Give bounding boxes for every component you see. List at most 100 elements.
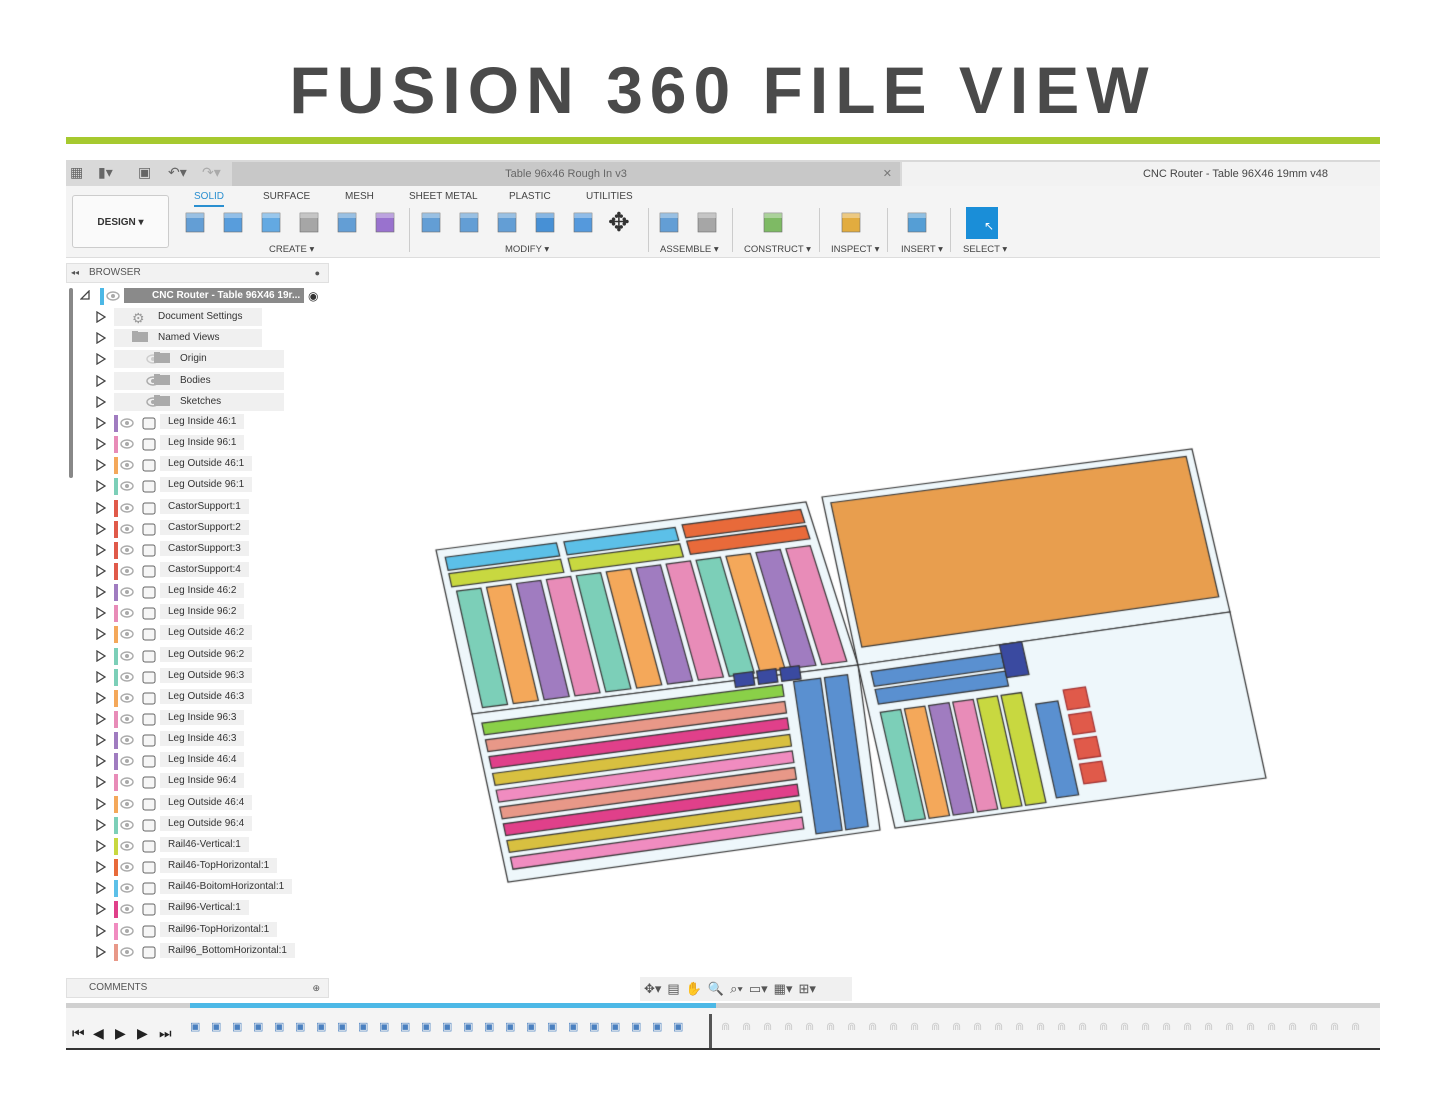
component-item[interactable]: Leg Outside 96:3	[96, 667, 326, 687]
look-at-icon[interactable]: ▤	[667, 981, 679, 997]
eye-icon[interactable]	[120, 883, 134, 896]
timeline-joint-icon[interactable]: ⋒	[1267, 1020, 1276, 1033]
timeline-feature-icon[interactable]: ▣	[358, 1020, 368, 1033]
step-forward-icon[interactable]: ▶	[137, 1025, 148, 1042]
shell-icon[interactable]	[494, 208, 522, 236]
timeline-feature-icon[interactable]: ▣	[337, 1020, 347, 1033]
timeline-joint-icon[interactable]: ⋒	[1183, 1020, 1192, 1033]
insert-image-icon[interactable]	[904, 208, 932, 236]
timeline-joint-icon[interactable]: ⋒	[1288, 1020, 1297, 1033]
timeline-joint-icon[interactable]: ⋒	[994, 1020, 1003, 1033]
component-item[interactable]: Leg Outside 46:2	[96, 625, 326, 644]
move-icon[interactable]: ✥	[608, 208, 636, 236]
group-construct[interactable]: CONSTRUCT ▾	[744, 244, 811, 255]
eye-icon[interactable]	[120, 735, 134, 748]
component-item[interactable]: Leg Inside 96:1	[96, 435, 326, 454]
workspace-switcher[interactable]: DESIGN ▾	[72, 195, 169, 248]
expand-triangle-icon[interactable]	[96, 755, 107, 768]
timeline-joint-icon[interactable]: ⋒	[1225, 1020, 1234, 1033]
component-item[interactable]: CastorSupport:4	[96, 561, 326, 581]
activate-radio-icon[interactable]: ◉	[308, 289, 318, 303]
eye-icon[interactable]	[120, 841, 134, 854]
extrude-icon[interactable]	[220, 208, 248, 236]
eye-icon[interactable]	[120, 862, 134, 875]
timeline-joint-icon[interactable]: ⋒	[1120, 1020, 1129, 1033]
expand-triangle-icon[interactable]	[96, 776, 107, 789]
eye-icon[interactable]	[120, 523, 134, 537]
group-create[interactable]: CREATE ▾	[269, 244, 314, 255]
group-select[interactable]: SELECT ▾	[963, 244, 1007, 255]
timeline-feature-icon[interactable]: ▣	[673, 1020, 683, 1033]
timeline-joint-icon[interactable]: ⋒	[1162, 1020, 1171, 1033]
eye-icon[interactable]	[120, 671, 134, 685]
eye-icon[interactable]	[120, 545, 134, 558]
grid-icon[interactable]: ▦▾	[774, 981, 793, 997]
group-inspect[interactable]: INSPECT ▾	[831, 244, 879, 255]
expand-triangle-icon[interactable]	[96, 437, 107, 451]
component-item[interactable]: CastorSupport:2	[96, 519, 326, 539]
component-item[interactable]: Rail96_BottomHorizontal:1	[96, 942, 326, 962]
timeline-joint-icon[interactable]: ⋒	[973, 1020, 982, 1033]
timeline-joint-icon[interactable]: ⋒	[805, 1020, 814, 1033]
eye-icon[interactable]	[120, 587, 134, 600]
expand-triangle-icon[interactable]	[96, 797, 107, 810]
timeline-feature-icon[interactable]: ▣	[505, 1020, 515, 1033]
zoom-icon[interactable]: 🔍	[708, 981, 724, 997]
expand-triangle-icon[interactable]	[96, 860, 107, 874]
expand-triangle-icon[interactable]	[96, 522, 107, 535]
timeline-feature-icon[interactable]: ▣	[211, 1020, 221, 1033]
component-item[interactable]: Rail46-TopHorizontal:1	[96, 858, 326, 877]
form-icon[interactable]	[372, 208, 400, 236]
tab-solid[interactable]: SOLID	[194, 191, 225, 207]
expand-triangle-icon[interactable]	[96, 310, 107, 324]
tree-item[interactable]: ⚙ Document Settings	[96, 308, 316, 327]
timeline-feature-icon[interactable]: ▣	[652, 1020, 662, 1033]
component-item[interactable]: Leg Inside 96:2	[96, 604, 326, 623]
expand-triangle-icon[interactable]	[96, 416, 107, 430]
fillet-icon[interactable]	[456, 208, 484, 236]
timeline-joint-icon[interactable]: ⋒	[1351, 1020, 1360, 1033]
tab-utilities[interactable]: UTILITIES	[586, 191, 633, 202]
timeline-joint-icon[interactable]: ⋒	[1015, 1020, 1024, 1033]
timeline-feature-icon[interactable]: ▣	[442, 1020, 452, 1033]
eye-icon[interactable]	[120, 439, 134, 452]
eye-icon[interactable]	[120, 629, 134, 642]
expand-triangle-icon[interactable]	[96, 501, 107, 514]
timeline-feature-icon[interactable]: ▣	[610, 1020, 620, 1033]
tree-item[interactable]: Named Views	[96, 329, 316, 348]
expand-triangle-icon[interactable]	[96, 374, 107, 387]
timeline-joint-icon[interactable]: ⋒	[1204, 1020, 1213, 1033]
orbit-icon[interactable]: ✥▾	[644, 981, 661, 997]
timeline-joint-icon[interactable]: ⋒	[784, 1020, 793, 1033]
timeline-feature-icon[interactable]: ▣	[568, 1020, 578, 1033]
timeline-joint-icon[interactable]: ⋒	[721, 1020, 730, 1033]
component-item[interactable]: Leg Inside 46:3	[96, 731, 326, 750]
display-settings-icon[interactable]: ▭▾	[749, 981, 768, 997]
component-item[interactable]: Leg Inside 96:4	[96, 773, 326, 792]
timeline-joint-icon[interactable]: ⋒	[952, 1020, 961, 1033]
eye-icon[interactable]	[120, 502, 134, 516]
eye-icon[interactable]	[120, 481, 134, 494]
eye-icon[interactable]	[120, 608, 134, 621]
tree-item[interactable]: Sketches	[96, 392, 316, 412]
select-icon[interactable]: ↖	[966, 207, 998, 239]
timeline-feature-icon[interactable]: ▣	[190, 1020, 200, 1033]
eye-icon[interactable]	[120, 820, 134, 833]
expand-triangle-icon[interactable]	[96, 607, 107, 620]
timeline-feature-icon[interactable]: ▣	[316, 1020, 326, 1033]
timeline-joint-icon[interactable]: ⋒	[1330, 1020, 1339, 1033]
combine-icon[interactable]	[532, 208, 560, 236]
timeline-feature-icon[interactable]: ▣	[484, 1020, 494, 1033]
browser-scrollbar[interactable]	[69, 288, 73, 478]
timeline-marker[interactable]	[709, 1014, 712, 1048]
eye-icon[interactable]	[120, 798, 134, 812]
component-item[interactable]: Leg Outside 46:4	[96, 794, 326, 814]
component-item[interactable]: Rail96-Vertical:1	[96, 900, 326, 919]
comments-panel-header[interactable]: COMMENTS ⊕	[66, 978, 329, 998]
timeline-joint-icon[interactable]: ⋒	[1246, 1020, 1255, 1033]
timeline-feature-icon[interactable]: ▣	[253, 1020, 263, 1033]
tree-root[interactable]: CNC Router - Table 96X46 19r... ◉	[79, 287, 330, 306]
expand-triangle-icon[interactable]	[96, 332, 107, 345]
component-item[interactable]: Leg Outside 96:2	[96, 646, 326, 666]
step-back-icon[interactable]: ◀	[93, 1025, 104, 1042]
